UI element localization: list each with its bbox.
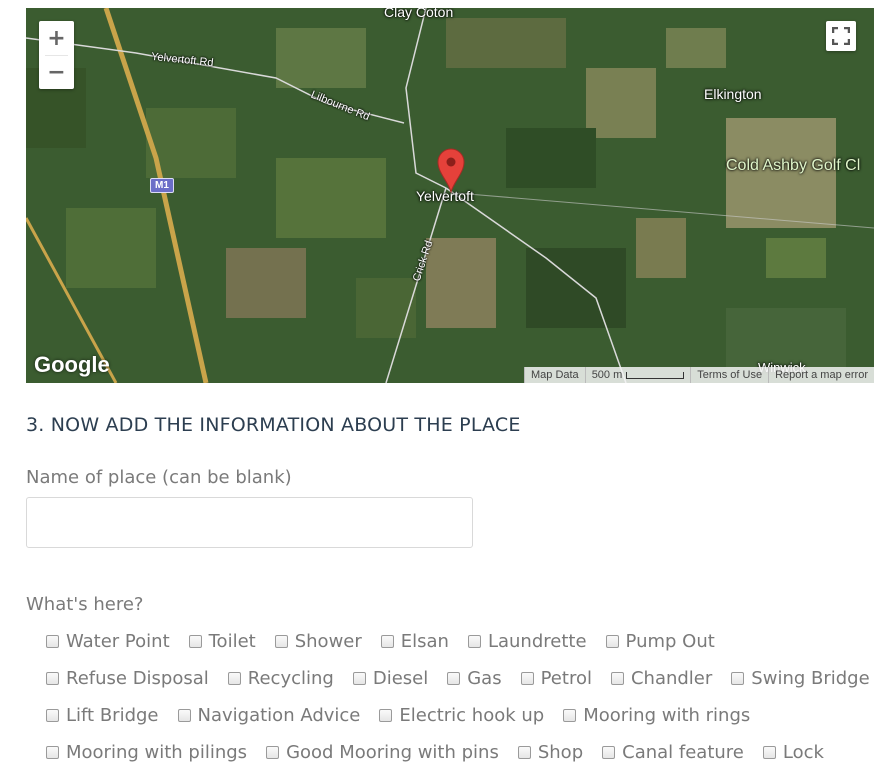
amenities-row-1: Water Point Toilet Shower Elsan Laundret… [46,631,734,652]
checkbox[interactable] [188,635,202,648]
whats-here-label: What's here? [26,594,144,615]
amenity-label: Refuse Disposal [66,668,209,689]
amenity-lift-bridge[interactable]: Lift Bridge [46,705,159,726]
amenity-electric-hook-up[interactable]: Electric hook up [379,705,544,726]
checkbox[interactable] [227,672,241,685]
scale-bar [626,371,685,379]
checkbox[interactable] [46,635,59,648]
place-label-clay-coton: Clay Coton [384,8,454,20]
amenity-shower[interactable]: Shower [274,631,362,652]
checkbox[interactable] [177,709,191,722]
amenity-label: Chandler [630,668,713,689]
map-data-link[interactable]: Map Data [523,367,585,383]
checkbox[interactable] [731,672,745,685]
checkbox[interactable] [46,709,59,722]
amenity-label: Shop [537,742,584,763]
map-scale: 500 m [584,367,691,383]
amenity-elsan[interactable]: Elsan [380,631,449,652]
place-label-elkington: Elkington [704,86,762,102]
amenity-label: Pump Out [625,631,715,652]
amenity-good-mooring-with-pins[interactable]: Good Mooring with pins [266,742,499,763]
checkbox[interactable] [46,746,59,759]
report-map-error-link[interactable]: Report a map error [768,367,874,383]
amenity-label: Gas [467,668,502,689]
checkbox[interactable] [762,746,776,759]
amenity-label: Elsan [400,631,449,652]
amenity-petrol[interactable]: Petrol [520,668,592,689]
checkbox[interactable] [467,635,481,648]
amenity-label: Lift Bridge [66,705,159,726]
amenities-row-4: Mooring with pilings Good Mooring with p… [46,742,843,763]
amenity-pump-out[interactable]: Pump Out [605,631,715,652]
amenity-canal-feature[interactable]: Canal feature [602,742,744,763]
amenity-label: Lock [782,742,824,763]
map-scale-text: 500 m [591,369,623,381]
name-of-place-label: Name of place (can be blank) [26,467,292,488]
checkbox[interactable] [274,635,288,648]
amenity-refuse-disposal[interactable]: Refuse Disposal [46,668,209,689]
checkbox[interactable] [352,672,366,685]
checkbox[interactable] [610,672,624,685]
checkbox[interactable] [380,635,394,648]
place-label-cold-ashby: Cold Ashby Golf Cl [726,157,861,174]
amenity-chandler[interactable]: Chandler [610,668,713,689]
checkbox[interactable] [602,746,616,759]
google-logo: Google [34,352,110,377]
zoom-in-button[interactable]: + [39,21,74,55]
motorway-badge: M1 [150,178,174,193]
amenity-label: Laundrette [487,631,587,652]
checkbox[interactable] [379,709,393,722]
amenities-row-2: Refuse Disposal Recycling Diesel Gas Pet… [46,668,870,689]
amenity-label: Diesel [372,668,429,689]
amenity-mooring-with-pilings[interactable]: Mooring with pilings [46,742,247,763]
zoom-controls: + − [39,21,74,89]
amenity-water-point[interactable]: Water Point [46,631,170,652]
amenity-diesel[interactable]: Diesel [352,668,429,689]
amenity-label: Swing Bridge [751,668,870,689]
amenity-label: Shower [294,631,362,652]
amenity-label: Navigation Advice [197,705,361,726]
amenity-lock[interactable]: Lock [762,742,824,763]
map-view[interactable]: + − Clay Coton Elkington Cold Ashby Golf… [26,8,874,383]
amenity-shop[interactable]: Shop [517,742,584,763]
amenity-label: Toilet [208,631,256,652]
amenity-label: Recycling [247,668,334,689]
terms-of-use-link[interactable]: Terms of Use [690,367,769,383]
section-title: 3. NOW ADD THE INFORMATION ABOUT THE PLA… [26,414,521,436]
amenity-label: Mooring with rings [583,705,751,726]
zoom-out-button[interactable]: − [39,55,74,89]
amenities-row-3: Lift Bridge Navigation Advice Electric h… [46,705,769,726]
name-of-place-input[interactable] [26,497,473,548]
map-attribution: Map Data 500 m Terms of Use Report a map… [523,367,874,383]
amenity-label: Good Mooring with pins [286,742,499,763]
checkbox[interactable] [447,672,461,685]
checkbox[interactable] [517,746,531,759]
amenity-label: Water Point [66,631,170,652]
amenity-mooring-with-rings[interactable]: Mooring with rings [563,705,750,726]
checkbox[interactable] [46,672,59,685]
amenity-label: Petrol [540,668,592,689]
checkbox[interactable] [563,709,577,722]
amenity-label: Mooring with pilings [66,742,248,763]
amenity-label: Electric hook up [399,705,545,726]
checkbox[interactable] [266,746,280,759]
amenity-label: Canal feature [622,742,744,763]
location-pin-icon[interactable] [436,147,466,193]
checkbox[interactable] [520,672,534,685]
checkbox[interactable] [605,635,619,648]
amenity-laundrette[interactable]: Laundrette [467,631,587,652]
fullscreen-button[interactable] [826,21,856,51]
amenity-swing-bridge[interactable]: Swing Bridge [731,668,870,689]
amenity-recycling[interactable]: Recycling [227,668,334,689]
amenity-gas[interactable]: Gas [447,668,502,689]
amenity-navigation-advice[interactable]: Navigation Advice [177,705,361,726]
fullscreen-icon [832,27,850,45]
amenity-toilet[interactable]: Toilet [188,631,256,652]
